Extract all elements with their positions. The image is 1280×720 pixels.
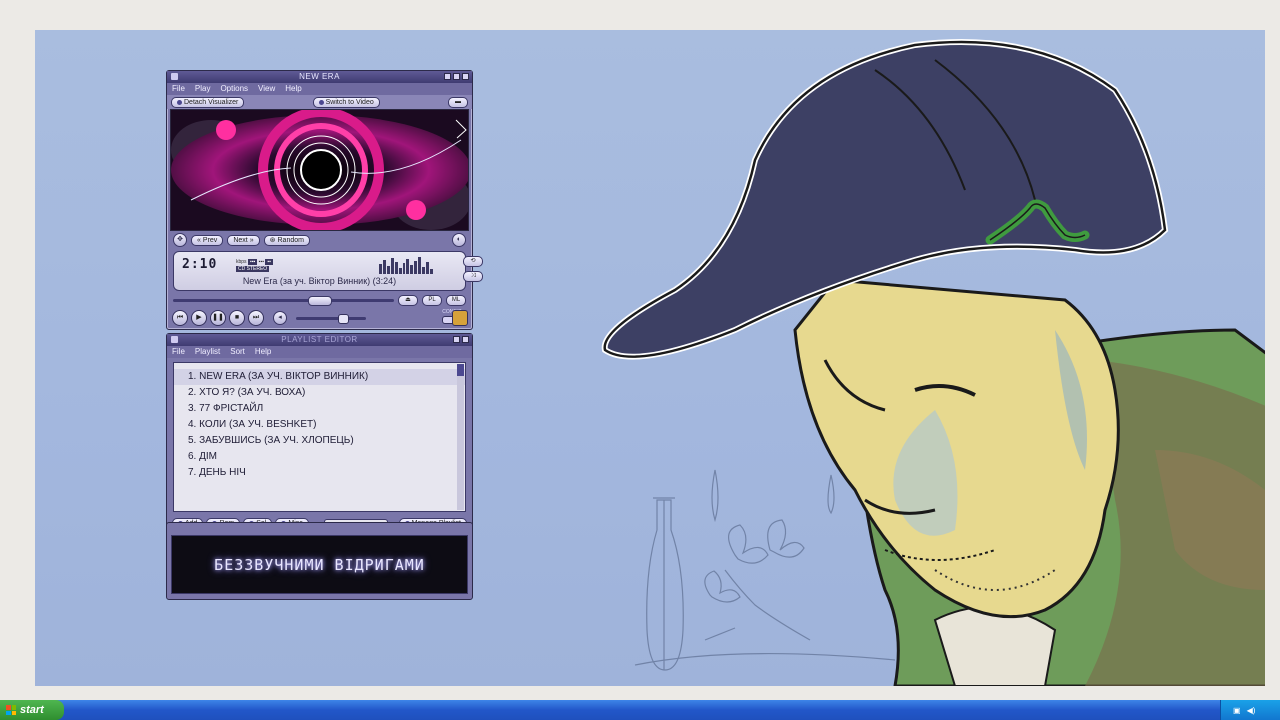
eject-button[interactable]: ⏏	[398, 294, 418, 306]
playlist-menubar: File Playlist Sort Help	[167, 346, 472, 358]
windows-logo-icon	[6, 705, 16, 715]
move-icon[interactable]: ✥	[173, 233, 187, 247]
seek-handle[interactable]	[308, 295, 332, 306]
volume-icon: ◂	[273, 311, 287, 325]
prev-button[interactable]: « Prev	[191, 234, 224, 246]
visualizer-display	[170, 109, 469, 231]
stop-button[interactable]: ■	[229, 310, 245, 326]
menu-help[interactable]: Help	[285, 83, 301, 95]
playlist-close-icon[interactable]	[462, 336, 469, 343]
menu-file[interactable]: File	[172, 83, 185, 95]
visualizer-graphic	[171, 110, 468, 230]
detach-icon	[177, 99, 182, 105]
previous-track-button[interactable]: ⏮	[172, 310, 188, 326]
playlist-scroll-thumb[interactable]	[457, 364, 464, 376]
options-icon[interactable]: ◐	[452, 233, 466, 247]
next-track-button[interactable]: ⏭	[248, 310, 264, 326]
volume-handle[interactable]	[338, 313, 349, 324]
shuffle-toggle-button[interactable]: ⤨	[463, 271, 483, 282]
visualizer-toolbar: Detach Visualizer Switch to Video ▬	[167, 95, 472, 109]
menu-play[interactable]: Play	[195, 83, 211, 95]
playlist-shade-icon[interactable]	[453, 336, 460, 343]
system-tray: ▣ ◀)	[1220, 700, 1280, 720]
shade-icon[interactable]	[453, 73, 460, 80]
prev-icon: «	[197, 236, 201, 244]
menu-options[interactable]: Options	[220, 83, 248, 95]
start-button[interactable]: start	[0, 700, 64, 720]
repeat-button[interactable]: ⟲	[463, 256, 483, 267]
taskbar: start ▣ ◀)	[0, 700, 1280, 720]
playlist-scrollbar[interactable]	[457, 364, 464, 510]
next-button[interactable]: Next »	[227, 234, 260, 246]
lyric-line: БЕЗЗВУЧНИМИ ВІДРИГАМИ	[214, 555, 425, 574]
seek-bar[interactable]	[173, 295, 394, 306]
playlist-window: PLAYLIST EDITOR File Playlist Sort Help …	[166, 333, 473, 531]
navigation-row: ✥ « Prev Next » ⊛ Random ◐	[167, 231, 472, 249]
song-display: 2:10 kbps ▪▪▪ ▪▪▪ ▪▪ CD STEREO New Era (…	[173, 251, 483, 291]
playlist-item[interactable]: 2. ХТО Я? (ЗА УЧ. ВОХА)	[174, 385, 465, 401]
playlist-toggle-button[interactable]: PL	[422, 294, 442, 306]
minimize-icon[interactable]	[444, 73, 451, 80]
now-playing-title: New Era (за уч. Віктор Винник) (3:24)	[242, 276, 397, 286]
seek-row: ⏏ PL ML	[167, 293, 472, 307]
lyrics-window: БЕЗЗВУЧНИМИ ВІДРИГАМИ	[166, 522, 473, 600]
next-icon: »	[249, 236, 254, 244]
random-button[interactable]: ⊛ Random	[263, 234, 310, 246]
player-menubar: File Play Options View Help	[167, 83, 472, 95]
switch-to-video-button[interactable]: Switch to Video	[312, 96, 380, 108]
playlist-title: PLAYLIST EDITOR	[281, 335, 358, 344]
library-toggle-button[interactable]: ML	[446, 294, 466, 306]
transport-controls: ⏮ ▶ ❚❚ ■ ⏭ ◂ CONFIG	[167, 307, 472, 329]
playlist-item[interactable]: 6. ДІМ	[174, 449, 465, 465]
elapsed-time[interactable]: 2:10	[182, 257, 217, 272]
network-icon[interactable]: ▣	[1233, 706, 1241, 715]
spectrum-analyzer[interactable]	[379, 256, 433, 274]
shuffle-icon: ⊛	[269, 236, 276, 244]
pause-button[interactable]: ❚❚	[210, 310, 226, 326]
window-menu-icon[interactable]	[171, 73, 178, 80]
playlist-item[interactable]: 7. ДЕНЬ НІЧ	[174, 465, 465, 481]
player-titlebar[interactable]: NEW ERA	[167, 71, 472, 83]
playlist-menu-sort[interactable]: Sort	[230, 346, 245, 358]
close-icon[interactable]	[462, 73, 469, 80]
menu-view[interactable]: View	[258, 83, 275, 95]
video-icon	[318, 99, 324, 105]
playlist-menu-help[interactable]: Help	[255, 346, 271, 358]
playlist-item[interactable]: 3. 77 ФРІСТАЙЛ	[174, 401, 465, 417]
playlist-titlebar[interactable]: PLAYLIST EDITOR	[167, 334, 472, 346]
playlist-item[interactable]: 4. КОЛИ (ЗА УЧ. BESHKET)	[174, 417, 465, 433]
play-button[interactable]: ▶	[191, 310, 207, 326]
playlist-menu-file[interactable]: File	[172, 346, 185, 358]
detach-visualizer-button[interactable]: Detach Visualizer	[171, 96, 245, 108]
visualizer-menu-button[interactable]: ▬	[448, 96, 468, 108]
playlist-item[interactable]: 1. NEW ERA (ЗА УЧ. ВІКТОР ВИННИК)	[174, 369, 465, 385]
playlist-menu-icon[interactable]	[171, 336, 178, 343]
playlist-item[interactable]: 5. ЗАБУВШИСЬ (ЗА УЧ. ХЛОПЕЦЬ)	[174, 433, 465, 449]
volume-slider[interactable]	[296, 313, 366, 324]
playlist-list: 1. NEW ERA (ЗА УЧ. ВІКТОР ВИННИК) 2. ХТО…	[173, 362, 466, 512]
player-title: NEW ERA	[299, 72, 340, 81]
speaker-icon[interactable]: ◀)	[1247, 706, 1256, 715]
stream-info: kbps ▪▪▪ ▪▪▪ ▪▪ CD STEREO	[236, 259, 273, 272]
player-window: NEW ERA File Play Options View Help Deta…	[166, 70, 483, 330]
player-logo-icon	[452, 310, 468, 326]
lyrics-display: БЕЗЗВУЧНИМИ ВІДРИГАМИ	[171, 535, 468, 594]
playlist-menu-playlist[interactable]: Playlist	[195, 346, 220, 358]
